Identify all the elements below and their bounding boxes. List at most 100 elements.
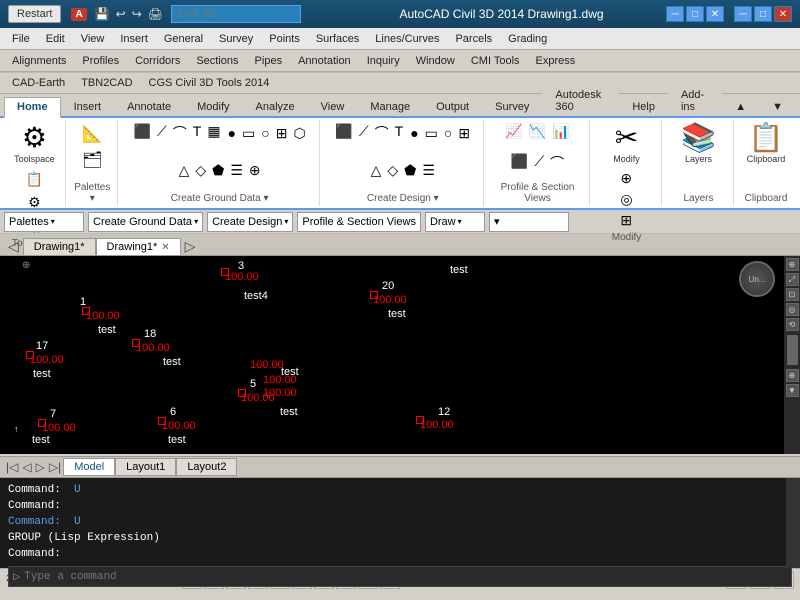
design10-icon[interactable]: ◇ bbox=[385, 161, 400, 180]
create-design-dropdown[interactable]: Create Design ▾ bbox=[207, 212, 293, 232]
menu-express[interactable]: Express bbox=[528, 53, 584, 69]
clipboard-button[interactable]: 📋 Clipboard bbox=[745, 122, 788, 166]
nav-btn-3[interactable]: ⊡ bbox=[786, 288, 799, 301]
point2-icon[interactable]: ● bbox=[226, 124, 238, 143]
layout-tab-model[interactable]: Model bbox=[63, 458, 115, 476]
command-input[interactable] bbox=[24, 571, 787, 583]
command-scrollbar[interactable] bbox=[786, 478, 800, 568]
design3-icon[interactable]: ⌒ bbox=[373, 122, 391, 144]
menu-surfaces[interactable]: Surfaces bbox=[308, 31, 367, 47]
region-icon[interactable]: ⬡ bbox=[291, 124, 307, 143]
close-button[interactable]: ✕ bbox=[774, 6, 792, 22]
search-input[interactable] bbox=[171, 5, 301, 23]
design4-icon[interactable]: T bbox=[393, 122, 406, 144]
tab-analyze[interactable]: Analyze bbox=[243, 97, 308, 116]
undo-icon[interactable]: ↩ bbox=[114, 7, 128, 21]
menu-pipes[interactable]: Pipes bbox=[247, 53, 291, 69]
settings-button[interactable]: ⚙ bbox=[24, 192, 45, 213]
extra-dropdown[interactable]: ▾ bbox=[489, 212, 569, 232]
menu-profiles[interactable]: Profiles bbox=[74, 53, 127, 69]
profile1-icon[interactable]: 📈 bbox=[503, 122, 524, 141]
doc-tab-1[interactable]: Drawing1* bbox=[23, 238, 96, 255]
construct5-icon[interactable]: ⊕ bbox=[247, 161, 263, 180]
menu-cad-earth[interactable]: CAD-Earth bbox=[4, 75, 73, 91]
layout-nav-last[interactable]: ▷| bbox=[47, 460, 63, 474]
toolspace-button[interactable]: ⚙ Toolspace bbox=[12, 122, 57, 166]
draw-dropdown[interactable]: Draw ▾ bbox=[425, 212, 485, 232]
menu-cgs-tools[interactable]: CGS Civil 3D Tools 2014 bbox=[141, 75, 278, 91]
modify-button[interactable]: ✂ Modify bbox=[607, 122, 647, 166]
nav-btn-7[interactable]: ▼ bbox=[786, 384, 799, 397]
menu-tbn2cad[interactable]: TBN2CAD bbox=[73, 75, 140, 91]
tab-survey[interactable]: Survey bbox=[482, 97, 542, 116]
profile3-icon[interactable]: 📊 bbox=[550, 122, 571, 141]
layers-button[interactable]: 📚 Layers bbox=[679, 122, 719, 166]
menu-points[interactable]: Points bbox=[261, 31, 308, 47]
menu-lines-curves[interactable]: Lines/Curves bbox=[367, 31, 447, 47]
profile-section-dropdown[interactable]: Profile & Section Views bbox=[297, 212, 421, 232]
nav-btn-6[interactable]: ⊕ bbox=[786, 369, 799, 382]
layout-tab-layout1[interactable]: Layout1 bbox=[115, 458, 176, 476]
arc-icon[interactable]: ⌒ bbox=[171, 122, 189, 144]
menu-edit[interactable]: Edit bbox=[38, 31, 73, 47]
tab-insert[interactable]: Insert bbox=[61, 97, 115, 116]
redo-icon[interactable]: ↪ bbox=[130, 7, 144, 21]
tab-autodesk-360[interactable]: Autodesk 360 bbox=[542, 85, 619, 116]
mod1-icon[interactable]: ⊕ bbox=[618, 169, 634, 188]
restart-button[interactable]: Restart bbox=[8, 5, 61, 23]
secondary-restore-button[interactable]: □ bbox=[686, 6, 704, 22]
hatch-icon[interactable]: ▦ bbox=[205, 122, 222, 144]
menu-grading[interactable]: Grading bbox=[500, 31, 555, 47]
menu-cmi-tools[interactable]: CMI Tools bbox=[463, 53, 528, 69]
layout-tab-layout2[interactable]: Layout2 bbox=[176, 458, 237, 476]
circle-icon[interactable]: ○ bbox=[259, 124, 271, 143]
secondary-minimize-button[interactable]: ─ bbox=[666, 6, 684, 22]
layout-nav-next[interactable]: ▷ bbox=[34, 460, 47, 474]
nav-btn-4[interactable]: ◎ bbox=[786, 303, 799, 316]
design11-icon[interactable]: ⬟ bbox=[402, 161, 418, 180]
menu-insert[interactable]: Insert bbox=[112, 31, 156, 47]
design5-icon[interactable]: ● bbox=[408, 124, 420, 143]
rect-icon[interactable]: ▭ bbox=[240, 124, 257, 143]
create-ground-dropdown[interactable]: Create Ground Data ▾ bbox=[88, 212, 203, 232]
construct3-icon[interactable]: ⬟ bbox=[210, 161, 226, 180]
design1-icon[interactable]: ⬛ bbox=[333, 122, 354, 144]
design8-icon[interactable]: ⊞ bbox=[456, 124, 472, 143]
design7-icon[interactable]: ○ bbox=[442, 124, 454, 143]
nav-compass[interactable]: Un... bbox=[739, 261, 775, 297]
menu-parcels[interactable]: Parcels bbox=[447, 31, 500, 47]
mod2-icon[interactable]: ◎ bbox=[618, 190, 634, 209]
nav-btn-5[interactable]: ⟲ bbox=[786, 318, 799, 331]
tab-annotate[interactable]: Annotate bbox=[114, 97, 184, 116]
profile2-icon[interactable]: 📉 bbox=[527, 122, 548, 141]
menu-corridors[interactable]: Corridors bbox=[127, 53, 188, 69]
nav-btn-2[interactable]: ⤢ bbox=[786, 273, 799, 286]
doc-tab-nav-right[interactable]: ▷ bbox=[181, 238, 200, 255]
profile4-icon[interactable]: ⬛ bbox=[509, 152, 530, 174]
drawing-canvas[interactable]: ⊕ test 100.00 3 20 100.00 test test4 1 1… bbox=[0, 256, 800, 454]
nav-btn-1[interactable]: ⊕ bbox=[786, 258, 799, 271]
tab-output[interactable]: Output bbox=[423, 97, 482, 116]
construct2-icon[interactable]: ◇ bbox=[193, 161, 208, 180]
tab-manage[interactable]: Manage bbox=[357, 97, 423, 116]
construct1-icon[interactable]: △ bbox=[177, 161, 192, 180]
menu-window[interactable]: Window bbox=[408, 53, 463, 69]
minimize-button[interactable]: ─ bbox=[734, 6, 752, 22]
tab-home[interactable]: Home bbox=[4, 97, 61, 118]
tab-modify[interactable]: Modify bbox=[184, 97, 242, 116]
tab-collapse-up[interactable]: ▲ bbox=[722, 97, 759, 116]
restore-button[interactable]: □ bbox=[754, 6, 772, 22]
point-icon[interactable]: ⬛ bbox=[132, 122, 153, 144]
menu-file[interactable]: File bbox=[4, 31, 38, 47]
print-icon[interactable]: 🖨 bbox=[146, 7, 165, 21]
palette2-button[interactable]: 🗂 bbox=[72, 148, 112, 172]
construct4-icon[interactable]: ☰ bbox=[228, 161, 245, 180]
layout-nav-prev[interactable]: ◁ bbox=[20, 460, 33, 474]
tab-collapse-down[interactable]: ▼ bbox=[759, 97, 796, 116]
table-icon[interactable]: ⊞ bbox=[274, 124, 290, 143]
prospector-button[interactable]: 📋 bbox=[24, 169, 45, 190]
menu-inquiry[interactable]: Inquiry bbox=[359, 53, 408, 69]
design12-icon[interactable]: ☰ bbox=[420, 161, 437, 180]
design9-icon[interactable]: △ bbox=[369, 161, 384, 180]
palettes-dropdown[interactable]: Palettes ▾ bbox=[4, 212, 84, 232]
